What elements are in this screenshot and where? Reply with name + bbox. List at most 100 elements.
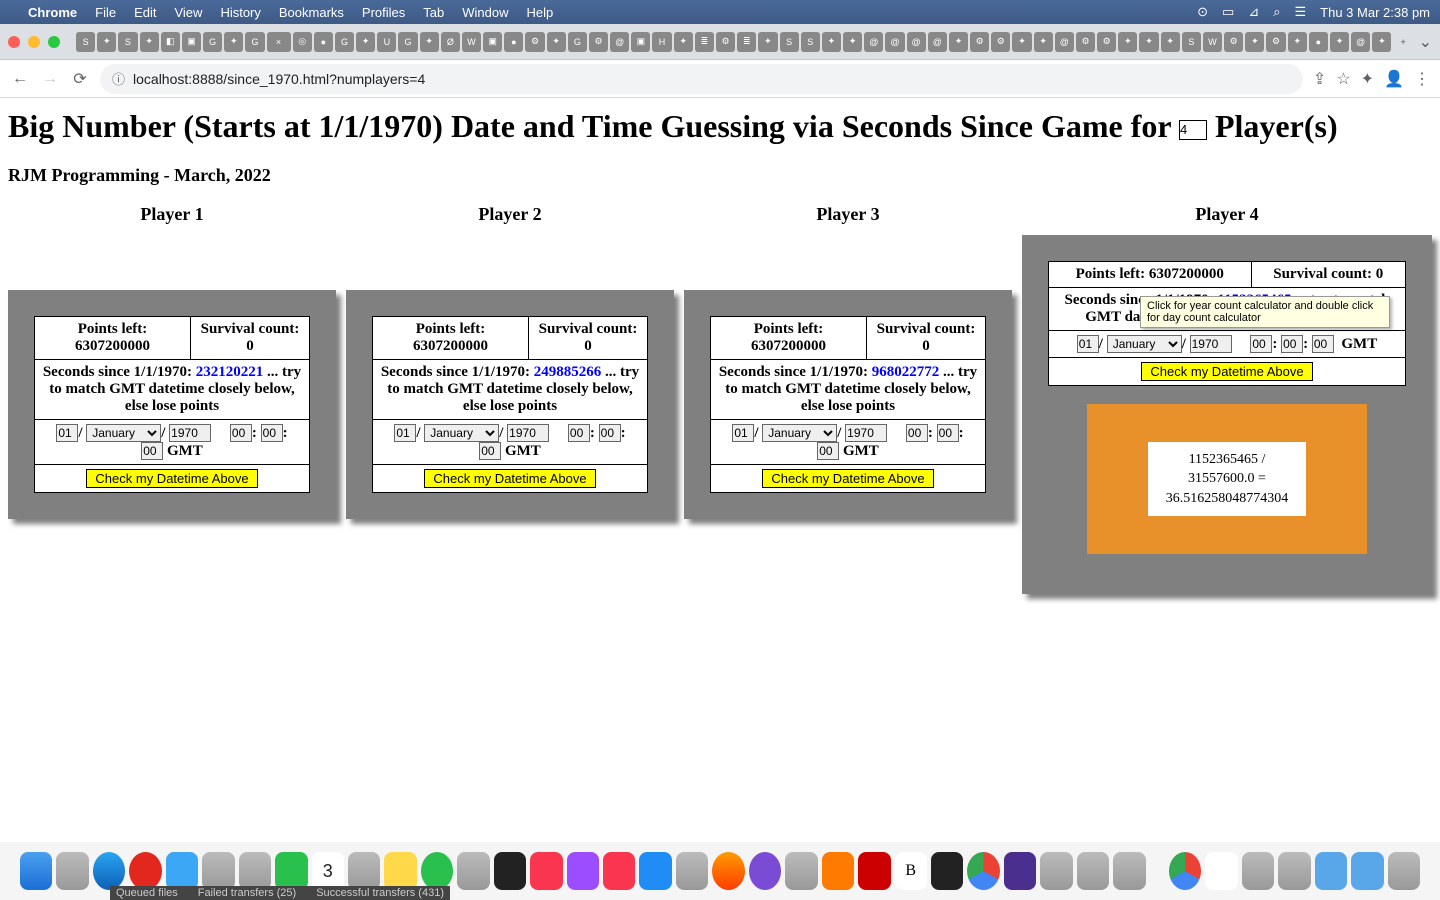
dock-gimp-icon[interactable] <box>1113 852 1145 890</box>
back-button[interactable]: ← <box>10 70 30 88</box>
dock-calendar2-icon[interactable] <box>1205 852 1237 890</box>
player-4-check-button[interactable]: Check my Datetime Above <box>1141 362 1312 381</box>
menu-bookmarks[interactable]: Bookmarks <box>279 5 344 20</box>
tab-overflow-icon[interactable]: ⌄ <box>1419 32 1432 52</box>
player-3-seconds[interactable]: Seconds since 1/1/1970: 968022772 ... tr… <box>711 360 986 420</box>
minimize-window-icon[interactable] <box>28 36 40 48</box>
window-controls[interactable] <box>8 36 60 48</box>
player-2-day-input[interactable] <box>394 424 416 442</box>
dock-photos-icon[interactable] <box>239 852 271 890</box>
player-2-check-button[interactable]: Check my Datetime Above <box>424 469 595 488</box>
dock-tor-icon[interactable] <box>749 852 781 890</box>
player-3-mm-input[interactable] <box>937 424 959 442</box>
menu-app[interactable]: Chrome <box>28 5 77 20</box>
clock[interactable]: Thu 3 Mar 2:38 pm <box>1320 5 1430 20</box>
dock-tv-icon[interactable] <box>494 852 526 890</box>
tab-favicons[interactable]: S✦S✦◧▣G✦G × ◎●G✦UG✦ØW▣●⚙✦G⚙@▣H✦≣⚙≣✦SS✦✦@… <box>76 32 1413 52</box>
dock-screen-icon[interactable] <box>1040 852 1072 890</box>
menu-view[interactable]: View <box>174 5 202 20</box>
player-4-hh-input[interactable] <box>1250 335 1272 353</box>
dock-xcode-icon[interactable] <box>1077 852 1109 890</box>
site-info-icon[interactable]: ⓘ <box>112 69 125 88</box>
menu-edit[interactable]: Edit <box>134 5 156 20</box>
new-tab-button[interactable]: + <box>1393 32 1412 52</box>
dock-safari-icon[interactable] <box>93 852 125 890</box>
dock-doc1-icon[interactable] <box>1242 852 1274 890</box>
player-1-mm-input[interactable] <box>261 424 283 442</box>
dock-facetime-icon[interactable] <box>275 852 307 890</box>
dock-messages-icon[interactable] <box>421 852 453 890</box>
dock-contacts-icon[interactable] <box>202 852 234 890</box>
reload-button[interactable]: ⟳ <box>70 69 90 89</box>
chrome-menu-icon[interactable]: ⋮ <box>1414 69 1430 89</box>
dock-reminders-icon[interactable] <box>348 852 380 890</box>
dock-trash-icon[interactable] <box>1388 852 1420 890</box>
calculator-panel[interactable]: 1152365465 / 31557600.0 = 36.51625804877… <box>1087 404 1367 554</box>
player-3-hh-input[interactable] <box>906 424 928 442</box>
player-3-month-select[interactable]: January <box>762 424 837 442</box>
dock-firefox-icon[interactable] <box>712 852 744 890</box>
dock-chrome2-icon[interactable] <box>1169 852 1201 890</box>
dock-textedit-icon[interactable] <box>785 852 817 890</box>
dock-pages-icon[interactable] <box>822 852 854 890</box>
player-3-day-input[interactable] <box>732 424 754 442</box>
player-1-check-button[interactable]: Check my Datetime Above <box>86 469 257 488</box>
player-2-month-select[interactable]: January <box>424 424 499 442</box>
player-1-month-select[interactable]: January <box>86 424 161 442</box>
record-icon[interactable]: ⊙ <box>1197 4 1208 20</box>
battery-icon[interactable]: ▭ <box>1222 4 1234 20</box>
dock-systemprefs-icon[interactable] <box>676 852 708 890</box>
dock-terminal-icon[interactable] <box>931 852 963 890</box>
dock-maps-icon[interactable] <box>457 852 489 890</box>
dock-opera-icon[interactable] <box>129 852 161 890</box>
menu-profiles[interactable]: Profiles <box>362 5 405 20</box>
player-2-ss-input[interactable] <box>479 442 501 460</box>
dock-chrome-icon[interactable] <box>967 852 999 890</box>
share-icon[interactable]: ⇪ <box>1313 69 1326 89</box>
player-3-ss-input[interactable] <box>817 442 839 460</box>
maximize-window-icon[interactable] <box>48 36 60 48</box>
dock-mamp-icon[interactable]: B <box>895 852 927 890</box>
player-2-year-input[interactable] <box>507 424 549 442</box>
wifi-icon[interactable]: ⊿ <box>1248 4 1259 20</box>
player-1-seconds[interactable]: Seconds since 1/1/1970: 232120221 ... tr… <box>35 360 310 420</box>
dock-finder-icon[interactable] <box>20 852 52 890</box>
dock-notes-icon[interactable] <box>384 852 416 890</box>
active-tab[interactable]: × <box>267 32 291 52</box>
dock-intellij-icon[interactable] <box>1004 852 1036 890</box>
menu-file[interactable]: File <box>95 5 116 20</box>
dock-podcasts-icon[interactable] <box>567 852 599 890</box>
player-4-month-select[interactable]: January <box>1107 335 1182 353</box>
player-2-seconds[interactable]: Seconds since 1/1/1970: 249885266 ... tr… <box>373 360 648 420</box>
player-1-hh-input[interactable] <box>230 424 252 442</box>
dock-folder-icon[interactable] <box>1315 852 1347 890</box>
num-players-input[interactable] <box>1179 120 1207 140</box>
player-4-year-input[interactable] <box>1190 335 1232 353</box>
dock-mail-icon[interactable] <box>166 852 198 890</box>
dock-launchpad-icon[interactable] <box>56 852 88 890</box>
player-1-ss-input[interactable] <box>141 442 163 460</box>
player-4-ss-input[interactable] <box>1312 335 1334 353</box>
dock-downloads-icon[interactable] <box>1351 852 1383 890</box>
player-3-check-button[interactable]: Check my Datetime Above <box>762 469 933 488</box>
player-2-mm-input[interactable] <box>599 424 621 442</box>
player-4-day-input[interactable] <box>1077 335 1099 353</box>
close-window-icon[interactable] <box>8 36 20 48</box>
player-2-hh-input[interactable] <box>568 424 590 442</box>
menu-history[interactable]: History <box>220 5 260 20</box>
bookmark-star-icon[interactable]: ☆ <box>1336 69 1350 89</box>
dock-music-icon[interactable] <box>530 852 562 890</box>
player-1-year-input[interactable] <box>169 424 211 442</box>
dock-filezilla-icon[interactable] <box>858 852 890 890</box>
close-tab-icon[interactable]: × <box>269 32 289 52</box>
menu-tab[interactable]: Tab <box>423 5 444 20</box>
dock-calendar-icon[interactable]: 3 <box>312 852 344 890</box>
profile-avatar-icon[interactable]: 👤 <box>1384 69 1404 89</box>
search-icon[interactable]: ⌕ <box>1273 4 1280 20</box>
control-center-icon[interactable]: ☰ <box>1295 4 1307 20</box>
address-bar[interactable]: ⓘ localhost:8888/since_1970.html?numplay… <box>100 64 1303 94</box>
dock-appstore-icon[interactable] <box>639 852 671 890</box>
menu-help[interactable]: Help <box>527 5 554 20</box>
dock-news-icon[interactable] <box>603 852 635 890</box>
menu-window[interactable]: Window <box>462 5 508 20</box>
